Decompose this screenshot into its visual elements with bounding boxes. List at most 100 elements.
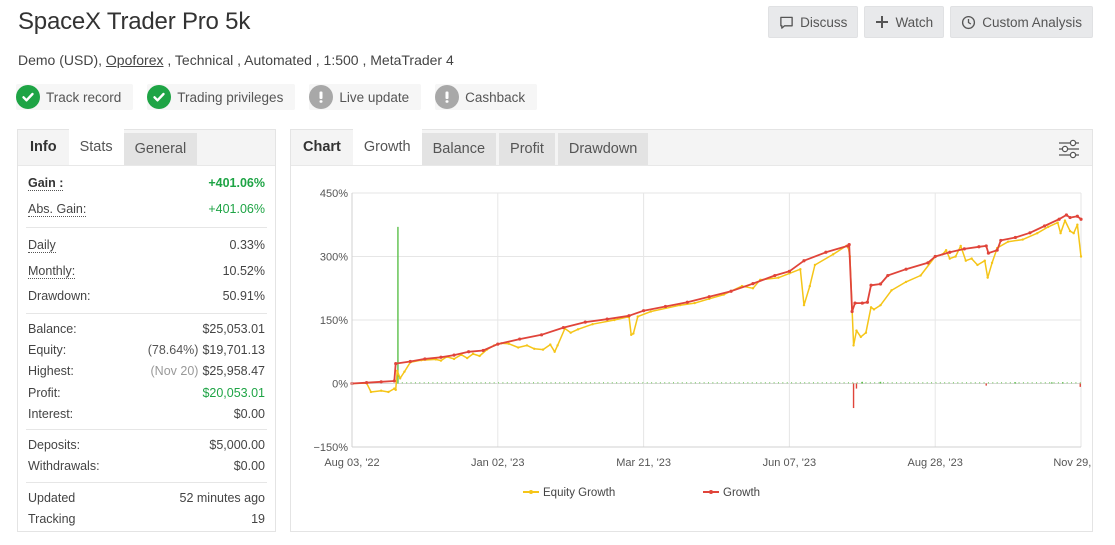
series [350,213,1083,394]
data-point [986,276,989,279]
data-point [853,301,857,305]
badge-cashback[interactable]: Cashback [435,84,538,110]
data-point [467,350,471,354]
daily-value: 0.33% [229,238,265,252]
data-point [1059,232,1062,235]
badge-trading-privileges[interactable]: Trading privileges [147,84,296,110]
deposits-value: $5,000.00 [209,438,265,453]
data-point [879,303,882,307]
data-point [850,309,854,314]
daily-label[interactable]: Daily [28,238,56,253]
data-point [1068,229,1072,233]
data-point [394,362,398,366]
tab-balance[interactable]: Balance [421,133,497,165]
data-point [824,250,828,254]
badge-live-update[interactable]: Live update [309,84,422,110]
y-tick-label: −150% [313,442,348,454]
watch-button[interactable]: Watch [864,6,945,38]
series-line-equity-growth [351,219,1082,393]
x-tick-label: Jan 02, '23 [471,457,524,469]
tab-profit[interactable]: Profit [499,133,555,165]
gain-label[interactable]: Gain : [28,176,64,191]
data-point [569,331,572,334]
data-point [395,369,399,372]
data-point [777,276,780,279]
data-point [518,337,522,341]
badge-label: Live update [339,89,410,105]
data-point [904,280,908,284]
discuss-button[interactable]: Discuss [768,6,859,38]
data-point [632,332,635,335]
updated-label: Updated [28,490,76,505]
tab-stats[interactable]: Stats [68,129,124,165]
stat-abs-gain: Abs. Gain: +401.06% [26,196,267,222]
data-point [787,269,791,273]
data-point [878,282,883,286]
data-point [496,342,500,346]
abs-gain-label[interactable]: Abs. Gain: [28,202,87,217]
data-point [553,350,556,353]
data-point [948,250,952,254]
data-point [369,390,373,394]
data-point [904,267,908,271]
stat-equity: Equity: (78.64%) $19,701.13 [26,339,267,360]
data-point [962,247,966,251]
data-point [729,289,733,293]
stat-tracking: Tracking 19 [26,508,267,529]
tab-drawdown[interactable]: Drawdown [557,133,649,165]
data-point [379,389,383,392]
data-point [773,273,777,278]
highest-label: Highest: [28,364,74,379]
watch-label: Watch [895,14,934,30]
action-buttons: Discuss Watch Custom Analysis [768,6,1093,38]
deposits-label: Deposits: [28,438,81,453]
stat-highest: Highest: (Nov 20) $25,958.47 [26,361,267,382]
sliders-icon [1059,139,1079,159]
tab-general[interactable]: General [123,133,198,165]
updated-value: 52 minutes ago [179,490,265,505]
data-point [1042,224,1047,228]
data-point [751,287,755,290]
custom-analysis-button[interactable]: Custom Analysis [950,6,1093,38]
stat-balance: Balance: $25,053.01 [26,318,267,339]
data-point [408,359,412,364]
data-point [478,354,481,358]
chart-settings-button[interactable] [1058,138,1080,160]
data-point [423,357,427,361]
data-point [613,318,616,322]
data-point [984,244,988,248]
data-point [398,377,402,380]
chart-label: Chart [303,139,341,155]
data-point [1072,232,1075,235]
tab-growth[interactable]: Growth [352,129,422,165]
badge-label: Trading privileges [177,89,284,105]
growth-chart: 450% 300% 150% 0% −150% Aug 03, '22 Jan 02, '2… [313,188,1092,499]
data-point [1056,221,1059,224]
tab-info[interactable]: Info [18,129,69,165]
data-point [1057,217,1061,221]
data-point [439,359,443,362]
data-point [852,344,855,347]
badge-label: Track record [46,89,122,105]
legend-label: Growth [723,487,760,499]
chart-panel: Chart Growth Balance Profit Drawdown 450… [290,129,1093,532]
check-icon [16,85,40,109]
data-point [948,257,951,260]
stat-withdrawals: Withdrawals: $0.00 [26,456,267,477]
x-tick-label: Aug 28, '23 [908,457,963,469]
data-point [517,346,520,349]
data-point [976,263,979,267]
monthly-label[interactable]: Monthly: [28,264,76,279]
data-point [1079,217,1083,221]
x-tick-label: Jun 07, '23 [763,457,816,469]
discuss-label: Discuss [800,14,848,30]
abs-gain-value: +401.06% [208,202,265,216]
data-point [1064,213,1069,217]
profit-value: $20,053.01 [202,385,265,400]
stat-updated: Updated 52 minutes ago [26,487,267,508]
badge-track-record[interactable]: Track record [16,84,134,110]
verification-badges: Track record Trading privileges Live upd… [16,84,538,110]
chart-tabs: Chart Growth Balance Profit Drawdown [291,129,1092,166]
broker-link[interactable]: Opoforex [106,52,164,68]
equity-percent: (78.64%) [147,342,199,357]
